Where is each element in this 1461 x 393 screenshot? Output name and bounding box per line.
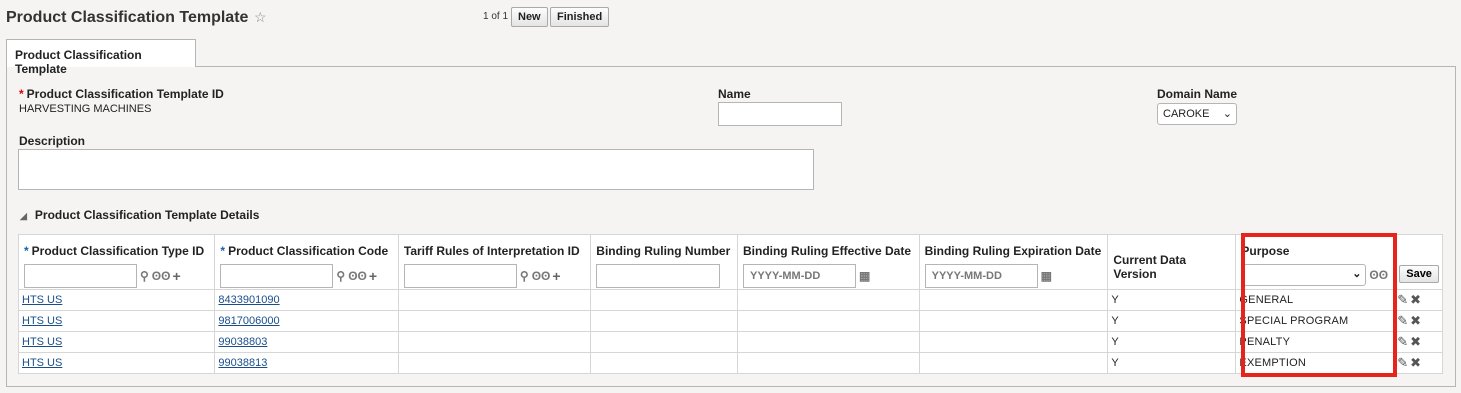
effective-date-cell <box>736 352 920 374</box>
ruling-number-cell <box>590 331 738 353</box>
effective-date-cell <box>736 289 920 311</box>
column-header-purpose: Purpose ⌄ ʘʘ <box>1235 234 1395 290</box>
table-header-row: * Product Classification Type ID ⚲ ʘʘ + *… <box>17 234 1443 290</box>
domain-name-label: Domain Name <box>1157 87 1238 101</box>
ruling-number-cell <box>590 352 738 374</box>
add-icon[interactable]: + <box>552 268 560 284</box>
expiration-date-input[interactable]: YYYY-MM-DD <box>924 264 1038 288</box>
add-icon[interactable]: + <box>369 268 377 284</box>
code-link[interactable]: 99038813 <box>218 357 267 369</box>
view-icon[interactable]: ʘʘ <box>152 269 171 283</box>
required-marker: * <box>220 244 226 258</box>
finished-button[interactable]: Finished <box>550 7 610 27</box>
name-label: Name <box>718 87 751 101</box>
type-id-link[interactable]: HTS US <box>22 336 62 348</box>
type-id-filter-input[interactable] <box>24 264 137 288</box>
view-icon[interactable]: ʘʘ <box>532 269 551 283</box>
description-textarea[interactable] <box>18 149 814 190</box>
effective-date-input[interactable]: YYYY-MM-DD <box>742 264 856 288</box>
tariff-filter-input[interactable] <box>403 264 517 288</box>
current-version-cell: Y <box>1107 310 1237 332</box>
effective-date-cell <box>736 310 920 332</box>
code-link[interactable]: 99038803 <box>218 336 267 348</box>
code-filter-input[interactable] <box>220 264 334 288</box>
name-input[interactable] <box>718 102 842 126</box>
column-header-tariff-rules: Tariff Rules of Interpretation ID ⚲ ʘʘ + <box>397 234 592 290</box>
ruling-number-cell <box>590 310 738 332</box>
code-link[interactable]: 8433901090 <box>218 294 279 306</box>
tariff-cell <box>397 310 592 332</box>
template-id-value: HARVESTING MACHINES <box>19 103 152 115</box>
table-row: HTS US 99038803 Y PENALTY ✎ ✖ <box>17 331 1443 353</box>
ruling-number-cell <box>590 289 738 311</box>
expiration-date-cell <box>918 289 1109 311</box>
add-icon[interactable]: + <box>172 268 180 284</box>
column-header-effective-date: Binding Ruling Effective Date YYYY-MM-DD… <box>736 234 920 290</box>
calendar-icon[interactable]: ▦ <box>859 269 870 283</box>
column-header-expiration-date: Binding Ruling Expiration Date YYYY-MM-D… <box>918 234 1109 290</box>
search-icon[interactable]: ⚲ <box>336 269 345 283</box>
table-row: HTS US 99038813 Y EXEMPTION ✎ ✖ <box>17 352 1443 374</box>
required-marker: * <box>24 244 29 258</box>
current-version-cell: Y <box>1107 331 1237 353</box>
type-id-link[interactable]: HTS US <box>22 357 62 369</box>
view-icon[interactable]: ʘʘ <box>1369 268 1388 282</box>
view-icon[interactable]: ʘʘ <box>348 269 367 283</box>
current-version-cell: Y <box>1107 289 1237 311</box>
edit-pencil-icon[interactable]: ✎ <box>1397 334 1408 349</box>
favorite-star-icon[interactable]: ☆ <box>254 9 267 26</box>
details-section-header[interactable]: ◢ Product Classification Template Details <box>20 208 259 222</box>
tab-product-classification-template[interactable]: Product Classification Template <box>6 39 196 76</box>
required-marker: * <box>19 87 24 101</box>
ruling-number-filter-input[interactable] <box>596 264 721 288</box>
template-id-label: * Product Classification Template ID <box>19 87 224 101</box>
edit-pencil-icon[interactable]: ✎ <box>1397 355 1408 370</box>
chevron-down-icon: ⌄ <box>1222 108 1232 120</box>
effective-date-cell <box>736 331 920 353</box>
calendar-icon[interactable]: ▦ <box>1041 269 1052 283</box>
purpose-cell: EXEMPTION <box>1235 352 1395 374</box>
current-version-cell: Y <box>1107 352 1237 374</box>
edit-pencil-icon[interactable]: ✎ <box>1397 313 1408 328</box>
collapse-triangle-icon[interactable]: ◢ <box>20 211 27 222</box>
tariff-cell <box>397 289 592 311</box>
delete-x-icon[interactable]: ✖ <box>1410 292 1421 307</box>
purpose-cell: GENERAL <box>1235 289 1395 311</box>
column-header-current-version: Current Data Version <box>1107 234 1237 290</box>
details-table: * Product Classification Type ID ⚲ ʘʘ + *… <box>17 234 1443 374</box>
chevron-down-icon: ⌄ <box>1352 268 1362 280</box>
purpose-cell: PENALTY <box>1235 331 1395 353</box>
pager-text: 1 of 1 <box>483 11 509 22</box>
tariff-cell <box>397 331 592 353</box>
code-link[interactable]: 9817006000 <box>218 315 279 327</box>
table-row: HTS US 9817006000 Y SPECIAL PROGRAM ✎ ✖ <box>17 310 1443 332</box>
description-label: Description <box>19 134 86 148</box>
type-id-link[interactable]: HTS US <box>22 315 62 327</box>
delete-x-icon[interactable]: ✖ <box>1410 355 1421 370</box>
expiration-date-cell <box>918 352 1109 374</box>
form-panel: * Product Classification Template ID HARV… <box>6 66 1456 387</box>
edit-pencil-icon[interactable]: ✎ <box>1397 292 1408 307</box>
column-header-actions: Save <box>1393 234 1443 290</box>
table-row: HTS US 8433901090 Y GENERAL ✎ ✖ <box>17 289 1443 311</box>
delete-x-icon[interactable]: ✖ <box>1410 313 1421 328</box>
column-header-ruling-number: Binding Ruling Number <box>590 234 738 290</box>
expiration-date-cell <box>918 310 1109 332</box>
delete-x-icon[interactable]: ✖ <box>1410 334 1421 349</box>
expiration-date-cell <box>918 331 1109 353</box>
column-header-code: * Product Classification Code ⚲ ʘʘ + <box>214 234 399 290</box>
purpose-cell: SPECIAL PROGRAM <box>1235 310 1395 332</box>
search-icon[interactable]: ⚲ <box>520 269 529 283</box>
domain-name-select[interactable]: CAROKE ⌄ <box>1157 103 1237 125</box>
type-id-link[interactable]: HTS US <box>22 294 62 306</box>
column-header-type-id: * Product Classification Type ID ⚲ ʘʘ + <box>17 234 216 290</box>
new-button[interactable]: New <box>511 7 548 27</box>
save-button[interactable]: Save <box>1399 265 1439 283</box>
purpose-filter-select[interactable]: ⌄ <box>1241 264 1367 286</box>
tariff-cell <box>397 352 592 374</box>
page-title: Product Classification Template <box>6 9 249 26</box>
search-icon[interactable]: ⚲ <box>140 269 149 283</box>
domain-name-value: CAROKE <box>1163 108 1210 120</box>
